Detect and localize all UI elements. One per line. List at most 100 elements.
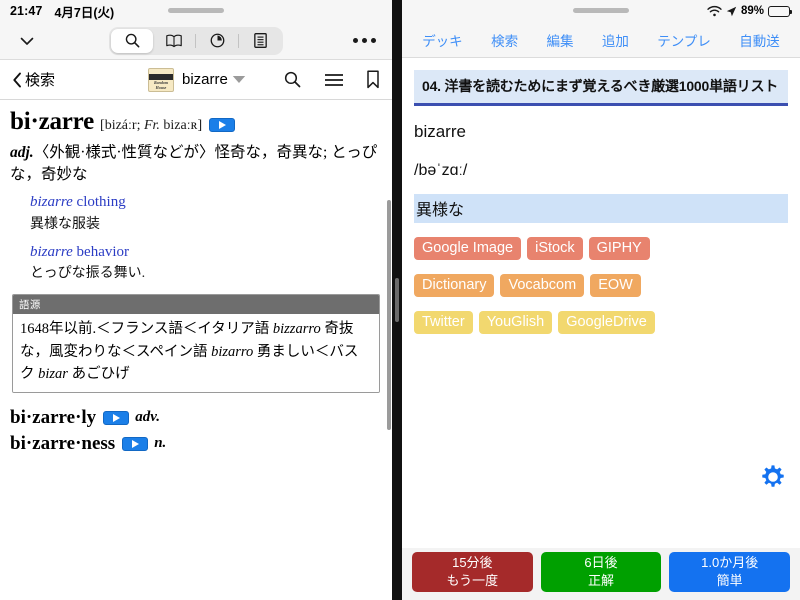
segment-list[interactable] <box>239 29 281 53</box>
card-ipa: /bəˈzɑː/ <box>414 162 468 179</box>
derived-part-of-speech: adv. <box>135 409 161 426</box>
chip-vocabcom[interactable]: Vocabcom <box>500 274 585 297</box>
status-indicators: 89% <box>707 5 792 17</box>
search-icon <box>124 32 141 49</box>
chip-eow[interactable]: EOW <box>590 274 641 297</box>
window-grabber-handle[interactable] <box>168 8 224 13</box>
example-term: bizarre <box>30 243 73 260</box>
phonetic-close: ] <box>197 118 203 133</box>
link-chip-row-1: Google Image iStock GIPHY <box>414 237 788 260</box>
answer-easy[interactable]: 1.0か月後 簡単 <box>669 552 791 592</box>
phonetic-english: bizáːr; <box>104 118 141 133</box>
segment-book[interactable] <box>153 29 195 53</box>
status-date: 4月7日(火) <box>54 5 115 20</box>
chip-youglish[interactable]: YouGlish <box>478 311 553 334</box>
list-icon <box>253 32 268 49</box>
tab-add[interactable]: 追加 <box>602 30 629 50</box>
split-view-drag-handle[interactable] <box>395 278 399 322</box>
caret-down-icon[interactable] <box>232 75 246 84</box>
header-current-word[interactable]: bizarre <box>182 71 228 88</box>
etymology-text: 1648年以前.＜フランス語＜イタリア語 bizzarro 奇抜な，風変わりな＜… <box>13 314 379 392</box>
chip-twitter[interactable]: Twitter <box>414 311 473 334</box>
sense-line: adj.〈外観·様式·性質などが〉怪奇な，奇異な; とっぴな，奇妙な <box>10 142 382 187</box>
etymology-italic-3: bizar <box>38 366 68 383</box>
hamburger-menu-icon[interactable] <box>324 73 344 87</box>
gear-icon[interactable] <box>760 464 786 490</box>
anki-card-area: 04. 洋書を読むためにまず覚えるべき厳選1000単語リスト bizarre /… <box>402 58 800 548</box>
status-bar-left: 21:47 4月7日(火) <box>0 0 392 22</box>
header-actions <box>283 70 380 89</box>
speaker-play-icon[interactable] <box>209 118 236 132</box>
book-icon <box>165 33 183 49</box>
segment-recents[interactable] <box>196 29 238 53</box>
etymology-seg-1: 1648年以前.＜フランス語＜イタリア語 <box>20 321 273 338</box>
segment-search[interactable] <box>111 28 153 53</box>
chip-giphy[interactable]: GIPHY <box>588 237 650 260</box>
etymology-label: 語源 <box>13 295 379 315</box>
battery-percentage: 89% <box>740 5 764 17</box>
back-label: 検索 <box>25 72 56 89</box>
answer-again-label: もう一度 <box>446 573 499 588</box>
dictionary-header-bar: 検索 Random House bizarre <box>0 60 392 100</box>
tab-decks[interactable]: デッキ <box>422 30 463 50</box>
answer-good[interactable]: 6日後 正解 <box>540 552 662 592</box>
example-translation: とっぴな振る舞い. <box>30 266 146 282</box>
headword-line: bi·zarre [bizáːr; Fr. bizaːʀ] <box>10 108 382 136</box>
chip-googledrive[interactable]: GoogleDrive <box>558 311 655 334</box>
status-bar-right: 89% <box>402 0 800 22</box>
chip-google-image[interactable]: Google Image <box>414 237 522 260</box>
answer-again-interval: 15分後 <box>452 555 493 571</box>
link-chip-row-2: Dictionary Vocabcom EOW <box>414 274 788 297</box>
definition-text: 〈外観·様式·性質などが〉怪奇な，奇異な; とっぴな，奇妙な <box>10 144 378 184</box>
derived-forms: bi·zarre·ly adv. bi·zarre·ness n. <box>10 407 382 455</box>
phonetic-french: bizaːʀ <box>163 118 198 133</box>
pronunciation: [bizáːr; Fr. bizaːʀ] <box>100 118 202 134</box>
part-of-speech: adj. <box>10 144 34 161</box>
dictionary-toolbar <box>0 22 392 60</box>
speaker-play-icon[interactable] <box>103 410 130 425</box>
tab-template[interactable]: テンプレ <box>657 30 711 50</box>
tab-autoplay[interactable]: 自動送 <box>739 30 780 50</box>
card-word: bizarre <box>414 122 466 141</box>
headword: bi·zarre <box>10 108 95 135</box>
battery-icon <box>768 5 792 17</box>
derived-form-row: bi·zarre·ness n. <box>10 433 382 455</box>
speaker-play-icon[interactable] <box>122 436 149 451</box>
example-rest: clothing <box>72 193 126 210</box>
tab-edit[interactable]: 編集 <box>546 30 573 50</box>
back-to-search-button[interactable]: 検索 <box>12 69 55 90</box>
answer-good-label: 正解 <box>588 573 615 588</box>
clock-icon <box>209 32 226 49</box>
chip-dictionary[interactable]: Dictionary <box>414 274 495 297</box>
answer-again[interactable]: 15分後 もう一度 <box>412 552 533 592</box>
bookmark-icon[interactable] <box>366 70 380 89</box>
link-chip-row-3: Twitter YouGlish GoogleDrive <box>414 311 788 334</box>
answer-easy-label: 簡単 <box>716 573 743 588</box>
chip-istock[interactable]: iStock <box>527 237 583 260</box>
deck-title-banner: 04. 洋書を読むためにまず覚えるべき厳選1000単語リスト <box>414 70 788 106</box>
phonetic-fr-label: Fr. <box>143 118 160 133</box>
window-grabber-handle[interactable] <box>573 8 629 13</box>
split-view-divider[interactable] <box>392 0 402 600</box>
more-dots-icon[interactable] <box>353 38 376 43</box>
example-phrase: bizarre behavior <box>30 242 382 264</box>
tab-search[interactable]: 検索 <box>491 30 518 50</box>
example-rest: behavior <box>72 243 130 260</box>
split-screen-root: 21:47 4月7日(火) 検索 Random House bizarre bi… <box>0 0 800 600</box>
vertical-scrollbar[interactable] <box>387 200 391 430</box>
example-term: bizarre <box>30 193 73 210</box>
anki-app-pane: 89% デッキ 検索 編集 追加 テンプレ 自動送 04. 洋書を読むためにまず… <box>402 0 800 600</box>
dictionary-entry-body: bi·zarre [bizáːr; Fr. bizaːʀ] adj.〈外観·様式… <box>0 100 392 600</box>
dictionary-app-pane: 21:47 4月7日(火) 検索 Random House bizarre bi… <box>0 0 392 600</box>
derived-word: bi·zarre·ness <box>10 432 116 454</box>
example-translation: 異様な服装 <box>30 216 100 232</box>
random-house-dictionary-icon[interactable]: Random House <box>148 67 174 92</box>
chevron-down-icon[interactable] <box>14 28 40 54</box>
search-icon[interactable] <box>283 70 302 89</box>
chevron-left-icon <box>12 72 23 88</box>
etymology-seg-4: あごひげ <box>67 366 130 383</box>
etymology-italic-2: bizarro <box>211 343 254 360</box>
etymology-box: 語源 1648年以前.＜フランス語＜イタリア語 bizzarro 奇抜な，風変わ… <box>12 294 380 393</box>
view-mode-segmented-control <box>109 26 283 55</box>
derived-word: bi·zarre·ly <box>10 406 97 428</box>
